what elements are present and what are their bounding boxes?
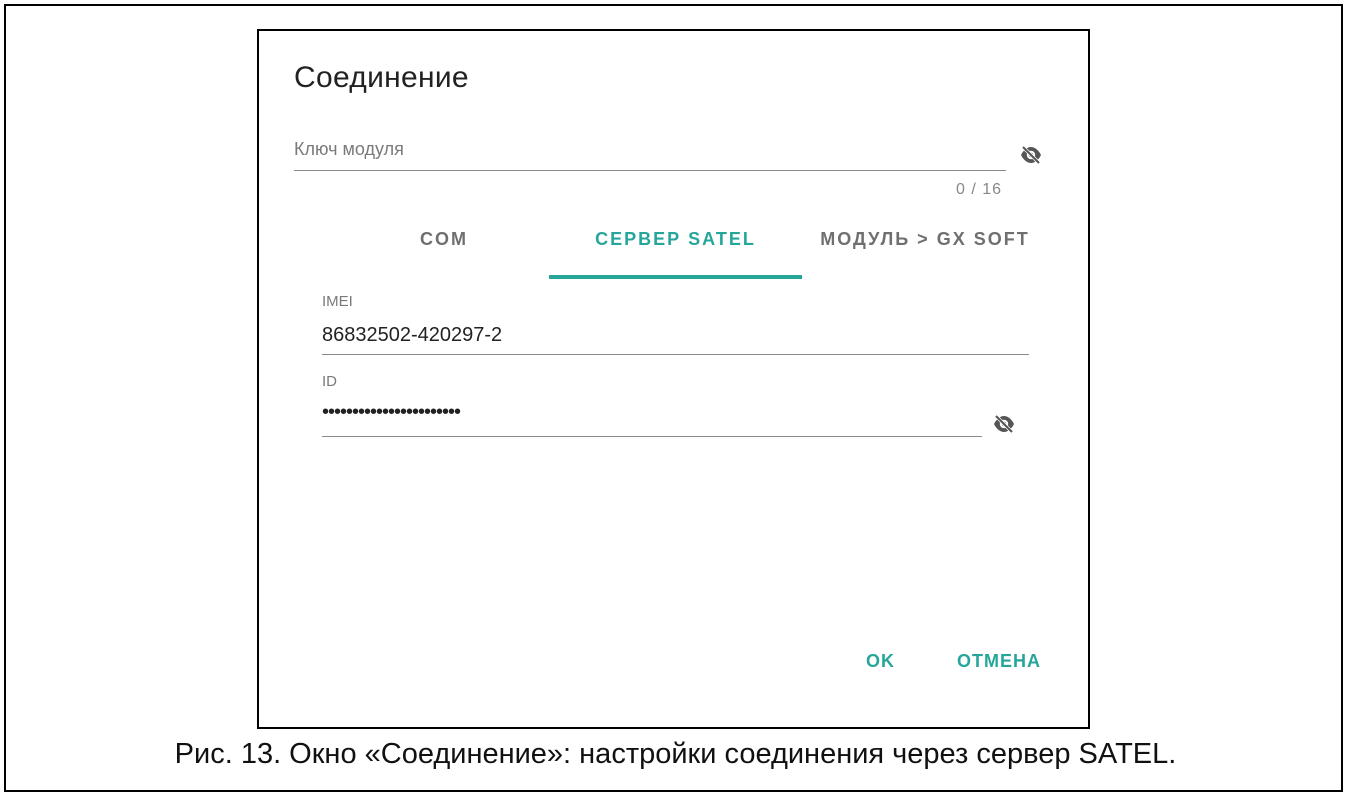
module-key-counter: 0 / 16 bbox=[956, 181, 1003, 198]
cancel-button[interactable]: ОТМЕНА bbox=[957, 651, 1041, 672]
eye-off-icon[interactable] bbox=[992, 414, 1016, 434]
connection-tabs: COM СЕРВЕР SATEL МОДУЛЬ > GX SOFT bbox=[259, 221, 1088, 279]
active-tab-indicator bbox=[549, 275, 802, 279]
imei-field[interactable]: 86832502-420297-2 bbox=[322, 324, 502, 347]
tab-module-gx-soft[interactable]: МОДУЛЬ > GX SOFT bbox=[812, 221, 1038, 279]
module-key-underline bbox=[294, 170, 1006, 171]
eye-off-icon[interactable] bbox=[1019, 145, 1043, 165]
tab-satel-server[interactable]: СЕРВЕР SATEL bbox=[549, 221, 802, 279]
imei-label: IMEI bbox=[322, 293, 353, 310]
tab-com[interactable]: COM bbox=[359, 221, 529, 279]
id-label: ID bbox=[322, 373, 337, 390]
imei-underline bbox=[322, 354, 1029, 355]
connection-dialog: Соединение Ключ модуля 0 / 16 COM СЕРВЕР… bbox=[257, 29, 1090, 729]
module-key-field[interactable]: Ключ модуля bbox=[294, 139, 404, 160]
id-underline bbox=[322, 436, 982, 437]
ok-button[interactable]: OK bbox=[866, 651, 895, 672]
id-field[interactable]: ••••••••••••••••••••••• bbox=[322, 401, 461, 424]
dialog-title: Соединение bbox=[294, 61, 469, 94]
figure-caption: Рис. 13. Окно «Соединение»: настройки со… bbox=[174, 738, 1177, 770]
